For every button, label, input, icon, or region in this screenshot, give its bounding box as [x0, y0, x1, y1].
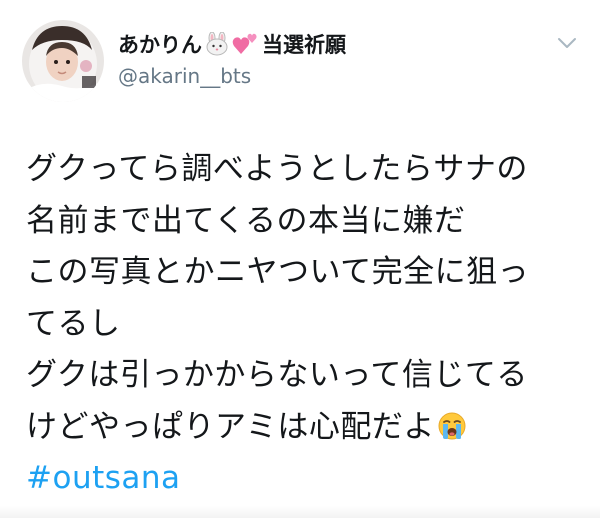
tweet-body-line: てるし	[26, 305, 121, 342]
author-name-row[interactable]: あかりん 当選祈願	[118, 30, 346, 58]
display-name[interactable]: あかりん	[118, 29, 202, 59]
chevron-down-icon[interactable]	[556, 36, 578, 50]
tweet-body-line: この写真とかニヤついて完全に狙っ	[26, 254, 530, 290]
two-hearts-icon	[232, 32, 258, 56]
author-handle[interactable]: @akarin__bts	[118, 64, 251, 88]
tweet-body: グクってら調べようとしたらサナの 名前まで出てくるの本当に嫌だ この写真とかニヤ…	[26, 144, 594, 505]
tweet-body-line: 名前まで出てくるの本当に嫌だ	[26, 202, 466, 239]
tweet-body-line: グクは引っかからないって信じてる	[26, 357, 528, 393]
hashtag-line: #outsana	[26, 453, 594, 505]
tweet-body-last-line: けどやっぱりアミは心配だよ	[26, 402, 594, 454]
tweet-body-line: グクってら調べようとしたらサナの	[26, 151, 528, 187]
bottom-divider	[0, 506, 600, 518]
avatar[interactable]	[22, 20, 104, 102]
display-name-suffix: 当選祈願	[262, 33, 346, 57]
tweet-body-line: けどやっぱりアミは心配だよ	[26, 408, 435, 445]
hashtag-link[interactable]: #outsana	[26, 460, 181, 496]
loudly-crying-face-icon	[437, 411, 467, 441]
tweet-card: あかりん 当選祈願 @akarin__bts グクってら調べようとしたらサナの …	[0, 0, 600, 518]
rabbit-face-icon	[204, 32, 230, 56]
